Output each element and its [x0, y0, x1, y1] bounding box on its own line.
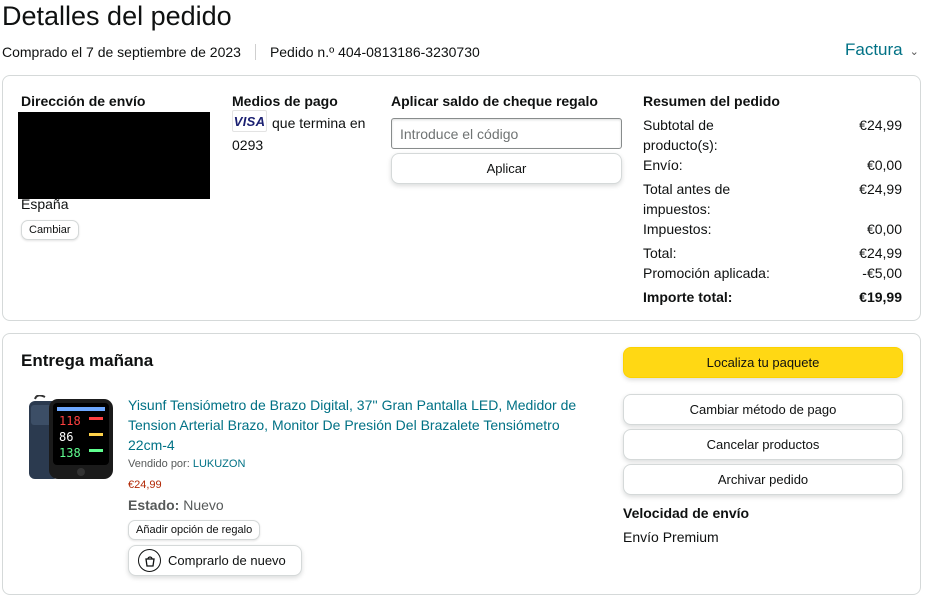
- seller-link[interactable]: LUKUZON: [193, 458, 246, 470]
- visa-icon: VISA: [232, 110, 267, 132]
- summary-value: €24,99: [859, 181, 902, 197]
- invoice-label: Factura: [845, 40, 903, 59]
- purchase-date: Comprado el 7 de septiembre de 2023: [2, 44, 241, 60]
- summary-label: Total antes de impuestos:: [643, 181, 731, 217]
- change-payment-button[interactable]: Cambiar método de pago: [623, 394, 903, 425]
- payment-title: Medios de pago: [232, 93, 338, 109]
- add-gift-option-button[interactable]: Añadir opción de regalo: [128, 520, 261, 540]
- buy-again-icon: [138, 549, 161, 572]
- shipping-speed-value: Envío Premium: [623, 529, 719, 545]
- summary-total-label: Importe total:: [643, 289, 733, 305]
- redacted-address: [18, 112, 210, 199]
- sold-by: Vendido por: LUKUZON: [128, 458, 245, 470]
- gift-code-input[interactable]: [391, 118, 622, 149]
- summary-label: Promoción aplicada:: [643, 265, 770, 281]
- invoice-dropdown[interactable]: Factura ⌄: [845, 40, 919, 60]
- summary-value: €0,00: [866, 221, 902, 237]
- archive-order-button[interactable]: Archivar pedido: [623, 464, 903, 495]
- gift-card-title: Aplicar saldo de cheque regalo: [391, 93, 598, 109]
- summary-label: Subtotal de producto(s):: [643, 117, 718, 153]
- svg-text:118: 118: [59, 414, 81, 428]
- order-meta: Comprado el 7 de septiembre de 2023 Pedi…: [2, 44, 480, 60]
- shipping-title: Dirección de envío: [21, 93, 146, 109]
- summary-total-value: €19,99: [859, 289, 902, 305]
- cancel-items-button[interactable]: Cancelar productos: [623, 429, 903, 460]
- product-title-link[interactable]: Yisunf Tensiómetro de Brazo Digital, 37'…: [128, 395, 598, 455]
- product-state: Estado: Nuevo: [128, 497, 224, 513]
- svg-text:138: 138: [59, 446, 81, 460]
- state-value: Nuevo: [183, 497, 224, 513]
- summary-label: Envío:: [643, 157, 683, 173]
- delivery-title: Entrega mañana: [21, 351, 154, 370]
- product-price: €24,99: [128, 479, 162, 491]
- summary-label: Total:: [643, 245, 677, 261]
- summary-label: Impuestos:: [643, 221, 712, 237]
- state-label: Estado:: [128, 497, 180, 513]
- delivery-panel: Entrega mañana 118 86 138 Yisunf Tensióm…: [2, 333, 921, 595]
- chevron-down-icon: ⌄: [909, 46, 919, 58]
- svg-text:86: 86: [59, 430, 73, 444]
- track-package-button[interactable]: Localiza tu paquete: [623, 347, 903, 378]
- shipping-speed-title: Velocidad de envío: [623, 505, 750, 521]
- buy-again-button[interactable]: Comprarlo de nuevo: [128, 545, 302, 576]
- summary-value: €24,99: [859, 245, 902, 261]
- buy-again-label: Comprarlo de nuevo: [168, 553, 286, 568]
- summary-value: -€5,00: [862, 265, 902, 281]
- order-summary-panel: Dirección de envío España Cambiar Medios…: [2, 75, 921, 321]
- summary-value: €24,99: [859, 117, 902, 133]
- page-title: Detalles del pedido: [2, 1, 232, 31]
- shipping-country: España: [21, 196, 69, 212]
- change-address-button[interactable]: Cambiar: [21, 220, 79, 240]
- order-number: Pedido n.º 404-0813186-3230730: [269, 44, 480, 60]
- sold-by-label: Vendido por:: [128, 458, 190, 470]
- apply-gift-button[interactable]: Aplicar: [391, 153, 622, 184]
- summary-title: Resumen del pedido: [643, 93, 780, 109]
- summary-value: €0,00: [866, 157, 902, 173]
- divider: [254, 44, 256, 60]
- product-image[interactable]: 118 86 138: [27, 395, 117, 485]
